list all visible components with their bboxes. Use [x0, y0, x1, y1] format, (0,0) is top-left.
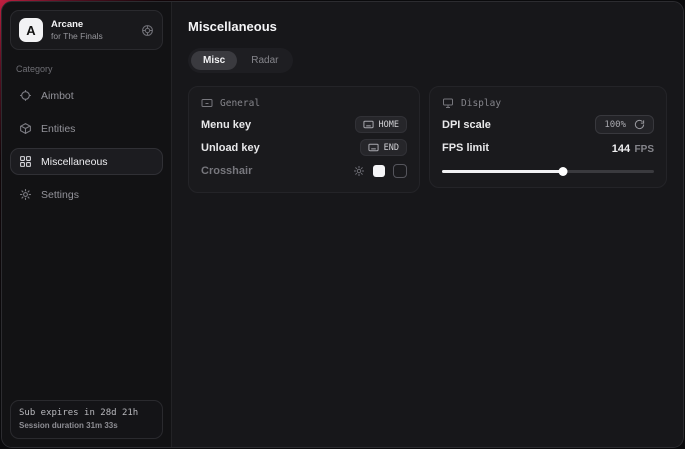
crosshair-icon — [19, 89, 32, 102]
sidebar-item-miscellaneous[interactable]: Miscellaneous — [10, 148, 163, 175]
main-panel: Miscellaneous Misc Radar General — [172, 2, 683, 447]
display-card: Display DPI scale 100% FPS limit — [429, 86, 667, 188]
dpi-scale-control[interactable]: 100% — [595, 115, 654, 134]
sidebar-item-label: Miscellaneous — [41, 156, 108, 168]
sidebar-nav: Aimbot Entities Miscel — [10, 82, 163, 208]
gear-icon — [19, 188, 32, 201]
keyboard-icon — [368, 142, 379, 153]
general-card: General Menu key HOME Unload key — [188, 86, 420, 193]
general-card-title: General — [220, 98, 260, 109]
slider-fill — [442, 170, 563, 173]
crosshair-label: Crosshair — [201, 165, 252, 177]
unload-keybind-button[interactable]: END — [360, 139, 407, 156]
unload-keybind-value: END — [384, 143, 399, 153]
user-card[interactable]: A Arcane for The Finals — [10, 10, 163, 50]
fps-limit-value-group: 144 FPS — [612, 139, 654, 157]
slider-knob[interactable] — [558, 167, 567, 176]
category-label: Category — [16, 64, 159, 74]
display-card-title: Display — [461, 98, 501, 109]
refresh-icon[interactable] — [634, 119, 645, 130]
fps-limit-value: 144 — [612, 143, 630, 155]
fps-limit-unit: FPS — [635, 144, 654, 155]
tab-radar[interactable]: Radar — [239, 51, 290, 70]
general-card-header: General — [201, 97, 407, 109]
sidebar-item-label: Entities — [41, 123, 75, 135]
display-card-header: Display — [442, 97, 654, 109]
keyboard-icon — [201, 97, 213, 109]
unload-key-label: Unload key — [201, 142, 260, 154]
page-title: Miscellaneous — [188, 19, 667, 34]
subscription-info-card: Sub expires in 28d 21h Session duration … — [10, 400, 163, 440]
crosshair-controls — [353, 164, 407, 178]
dpi-scale-row: DPI scale 100% — [442, 113, 654, 136]
fps-limit-slider[interactable] — [442, 165, 654, 177]
menu-key-label: Menu key — [201, 119, 251, 131]
crosshair-checkbox[interactable] — [393, 164, 407, 178]
fps-limit-row: FPS limit 144 FPS — [442, 136, 654, 159]
dpi-scale-label: DPI scale — [442, 119, 491, 131]
tab-misc[interactable]: Misc — [191, 51, 237, 70]
sidebar-item-settings[interactable]: Settings — [10, 181, 163, 208]
tab-bar: Misc Radar — [188, 48, 293, 73]
sidebar-item-entities[interactable]: Entities — [10, 115, 163, 142]
grid-icon — [19, 155, 32, 168]
dpi-scale-value: 100% — [604, 120, 626, 130]
user-meta: Arcane for The Finals — [51, 19, 133, 42]
sidebar-item-label: Aimbot — [41, 90, 74, 102]
fps-limit-label: FPS limit — [442, 142, 489, 154]
menu-keybind-value: HOME — [379, 120, 399, 130]
sidebar-item-label: Settings — [41, 189, 79, 201]
sidebar: A Arcane for The Finals Category — [2, 2, 172, 447]
menu-keybind-button[interactable]: HOME — [355, 116, 407, 133]
monitor-icon — [442, 97, 454, 109]
crosshair-color-swatch[interactable] — [373, 165, 385, 177]
app-subtitle: for The Finals — [51, 31, 133, 42]
sidebar-item-aimbot[interactable]: Aimbot — [10, 82, 163, 109]
sub-expiry-text: Sub expires in 28d 21h — [19, 407, 154, 421]
menu-key-row: Menu key HOME — [201, 113, 407, 136]
crosshair-settings-gear-icon[interactable] — [353, 165, 365, 177]
app-name: Arcane — [51, 19, 133, 31]
unload-key-row: Unload key END — [201, 136, 407, 159]
keyboard-icon — [363, 119, 374, 130]
cards-row: General Menu key HOME Unload key — [188, 86, 667, 193]
avatar: A — [19, 18, 43, 42]
app-window: A Arcane for The Finals Category — [1, 1, 684, 448]
lifebuoy-icon[interactable] — [141, 24, 154, 37]
cube-icon — [19, 122, 32, 135]
crosshair-row: Crosshair — [201, 159, 407, 182]
session-duration-text: Session duration 31m 33s — [19, 420, 154, 432]
